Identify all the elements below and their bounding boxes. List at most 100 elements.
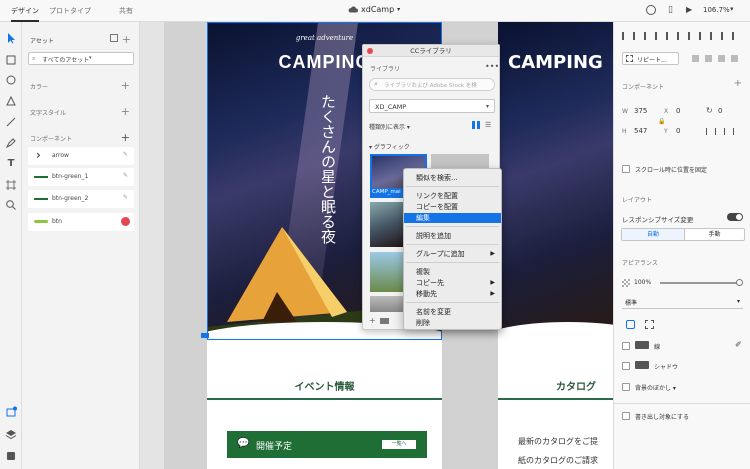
- document-title[interactable]: xdCamp ▾: [348, 5, 400, 14]
- graphics-section[interactable]: ▾ グラフィック: [369, 142, 410, 151]
- artboard-tool-icon[interactable]: [5, 179, 17, 191]
- lock-aspect-icon[interactable]: 🔒: [658, 118, 665, 125]
- chevron-down-icon: ▾: [397, 6, 401, 13]
- more-link[interactable]: 一覧へ: [382, 440, 416, 449]
- tab-design[interactable]: デザイン: [11, 0, 39, 22]
- manual-mode[interactable]: 手動: [684, 229, 744, 240]
- folder-icon[interactable]: [380, 318, 389, 324]
- add-component-icon[interactable]: +: [121, 132, 130, 143]
- menu-move-to[interactable]: 移動先 ▶: [404, 289, 501, 299]
- top-bar: デザイン プロトタイプ 共有 xdCamp ▾ ▯ ▶ 106.7% ▾: [0, 0, 750, 22]
- menu-delete[interactable]: 削除: [404, 318, 501, 328]
- height-input[interactable]: 547: [634, 127, 647, 135]
- border-checkbox[interactable]: [622, 342, 630, 350]
- more-menu-icon[interactable]: •••: [485, 62, 499, 71]
- list-view-icon[interactable]: ☰: [485, 121, 491, 129]
- slider-thumb[interactable]: [736, 279, 743, 286]
- component-btn-green-1[interactable]: btn-green_1 ✎: [28, 168, 134, 186]
- selection-handle[interactable]: [201, 333, 209, 338]
- add-component-icon[interactable]: +: [734, 79, 742, 89]
- catalog-section-title: カタログ: [556, 382, 596, 393]
- asset-filter-select[interactable]: ⌕ すべてのアセット ▾: [28, 52, 134, 65]
- fix-scroll-checkbox[interactable]: [622, 165, 630, 173]
- text-tool-icon[interactable]: T: [5, 158, 17, 170]
- bg-blur-checkbox[interactable]: [622, 383, 630, 391]
- menu-place-copy[interactable]: コピーを配置: [404, 202, 501, 212]
- edit-icon[interactable]: ✎: [123, 172, 128, 179]
- edit-icon[interactable]: ✎: [123, 194, 128, 201]
- hero-script: great adventure: [295, 34, 354, 42]
- grid-view-icon[interactable]: [472, 121, 480, 129]
- menu-find-similar[interactable]: 類似を検索...: [404, 173, 501, 183]
- component-arrow[interactable]: › arrow ✎: [28, 147, 134, 165]
- shadow-color-swatch[interactable]: [635, 361, 649, 369]
- catalog-text-1: 最新のカタログをご提: [518, 437, 598, 446]
- add-textstyle-icon[interactable]: +: [121, 106, 130, 117]
- add-asset-icon[interactable]: +: [122, 34, 131, 45]
- library-select[interactable]: XD_CAMP ▾: [369, 99, 495, 113]
- pen-tool-icon[interactable]: [5, 137, 17, 149]
- tab-prototype[interactable]: プロトタイプ: [49, 0, 91, 22]
- cc-libraries-header: CCライブラリ: [363, 45, 499, 57]
- event-button[interactable]: 💬 開催予定 一覧へ: [227, 431, 427, 458]
- mobile-preview-icon[interactable]: ▯: [668, 5, 673, 15]
- corner-radius-icon[interactable]: [626, 320, 635, 329]
- opacity-value[interactable]: 100%: [634, 279, 651, 286]
- individual-corner-icon[interactable]: [645, 320, 654, 329]
- blend-mode-select[interactable]: 標準 ▾: [622, 296, 743, 309]
- artboard-right[interactable]: CAMPING カタログ 最新のカタログをご提 紙のカタログのご請求: [498, 22, 613, 469]
- ellipse-tool-icon[interactable]: [5, 74, 17, 86]
- opacity-slider[interactable]: [660, 279, 743, 286]
- plugins-icon[interactable]: [5, 450, 17, 462]
- add-color-icon[interactable]: +: [121, 80, 130, 91]
- menu-duplicate[interactable]: 複製: [404, 267, 501, 277]
- menu-copy-to[interactable]: コピー先 ▶: [404, 278, 501, 288]
- component-btn-green-2[interactable]: btn-green_2 ✎: [28, 190, 134, 208]
- menu-add-description[interactable]: 説明を追加: [404, 231, 501, 241]
- edit-icon[interactable]: ✎: [123, 151, 128, 158]
- bg-blur-select[interactable]: 背景のぼかし ▾: [635, 383, 676, 392]
- polygon-tool-icon[interactable]: [5, 95, 17, 107]
- auto-mode[interactable]: 自動: [622, 229, 684, 240]
- line-tool-icon[interactable]: [5, 116, 17, 128]
- component-name: arrow: [52, 152, 69, 159]
- flip-icons[interactable]: [706, 128, 734, 135]
- align-icons[interactable]: [622, 32, 742, 40]
- boolean-ops-icons[interactable]: [692, 55, 742, 62]
- zoom-chevron-icon[interactable]: ▾: [730, 5, 734, 13]
- responsive-toggle[interactable]: [727, 213, 743, 221]
- rotation-input[interactable]: 0: [718, 107, 722, 115]
- library-search-input[interactable]: ⌕ ライブラリおよび Adobe Stock を検: [369, 78, 495, 91]
- export-checkbox[interactable]: [622, 412, 630, 420]
- menu-rename[interactable]: 名前を変更: [404, 307, 501, 317]
- asset-filter-value: すべてのアセット: [42, 57, 90, 64]
- repeat-grid-icon: [626, 55, 633, 62]
- component-btn[interactable]: btn: [28, 213, 134, 231]
- x-input[interactable]: 0: [676, 107, 680, 115]
- avatar-icon[interactable]: [646, 5, 656, 15]
- eyedropper-icon[interactable]: ✐: [735, 340, 742, 349]
- rectangle-tool-icon[interactable]: [5, 54, 17, 66]
- broken-link-icon[interactable]: [121, 217, 130, 226]
- close-icon[interactable]: [367, 48, 373, 54]
- zoom-level[interactable]: 106.7%: [703, 6, 730, 14]
- menu-edit[interactable]: 編集: [404, 213, 501, 223]
- menu-add-to-group[interactable]: グループに追加 ▶: [404, 249, 501, 259]
- repeat-grid-button[interactable]: リピート...: [622, 52, 679, 65]
- library-link-icon[interactable]: [110, 34, 118, 42]
- border-color-swatch[interactable]: [635, 341, 649, 349]
- play-icon[interactable]: ▶: [686, 5, 692, 15]
- y-input[interactable]: 0: [676, 127, 680, 135]
- view-by-type[interactable]: 種類別に表示 ▾: [369, 122, 410, 131]
- tab-share[interactable]: 共有: [119, 0, 133, 22]
- select-tool-icon[interactable]: [5, 32, 17, 44]
- shadow-checkbox[interactable]: [622, 362, 630, 370]
- zoom-tool-icon[interactable]: [5, 199, 17, 211]
- libraries-icon[interactable]: [5, 406, 17, 418]
- layers-icon[interactable]: [5, 428, 17, 440]
- menu-divider: [406, 244, 499, 245]
- width-input[interactable]: 375: [634, 107, 647, 115]
- menu-place-linked[interactable]: リンクを配置: [404, 191, 501, 201]
- chevron-down-icon: ▾: [736, 298, 740, 305]
- add-graphic-icon[interactable]: +: [369, 316, 376, 325]
